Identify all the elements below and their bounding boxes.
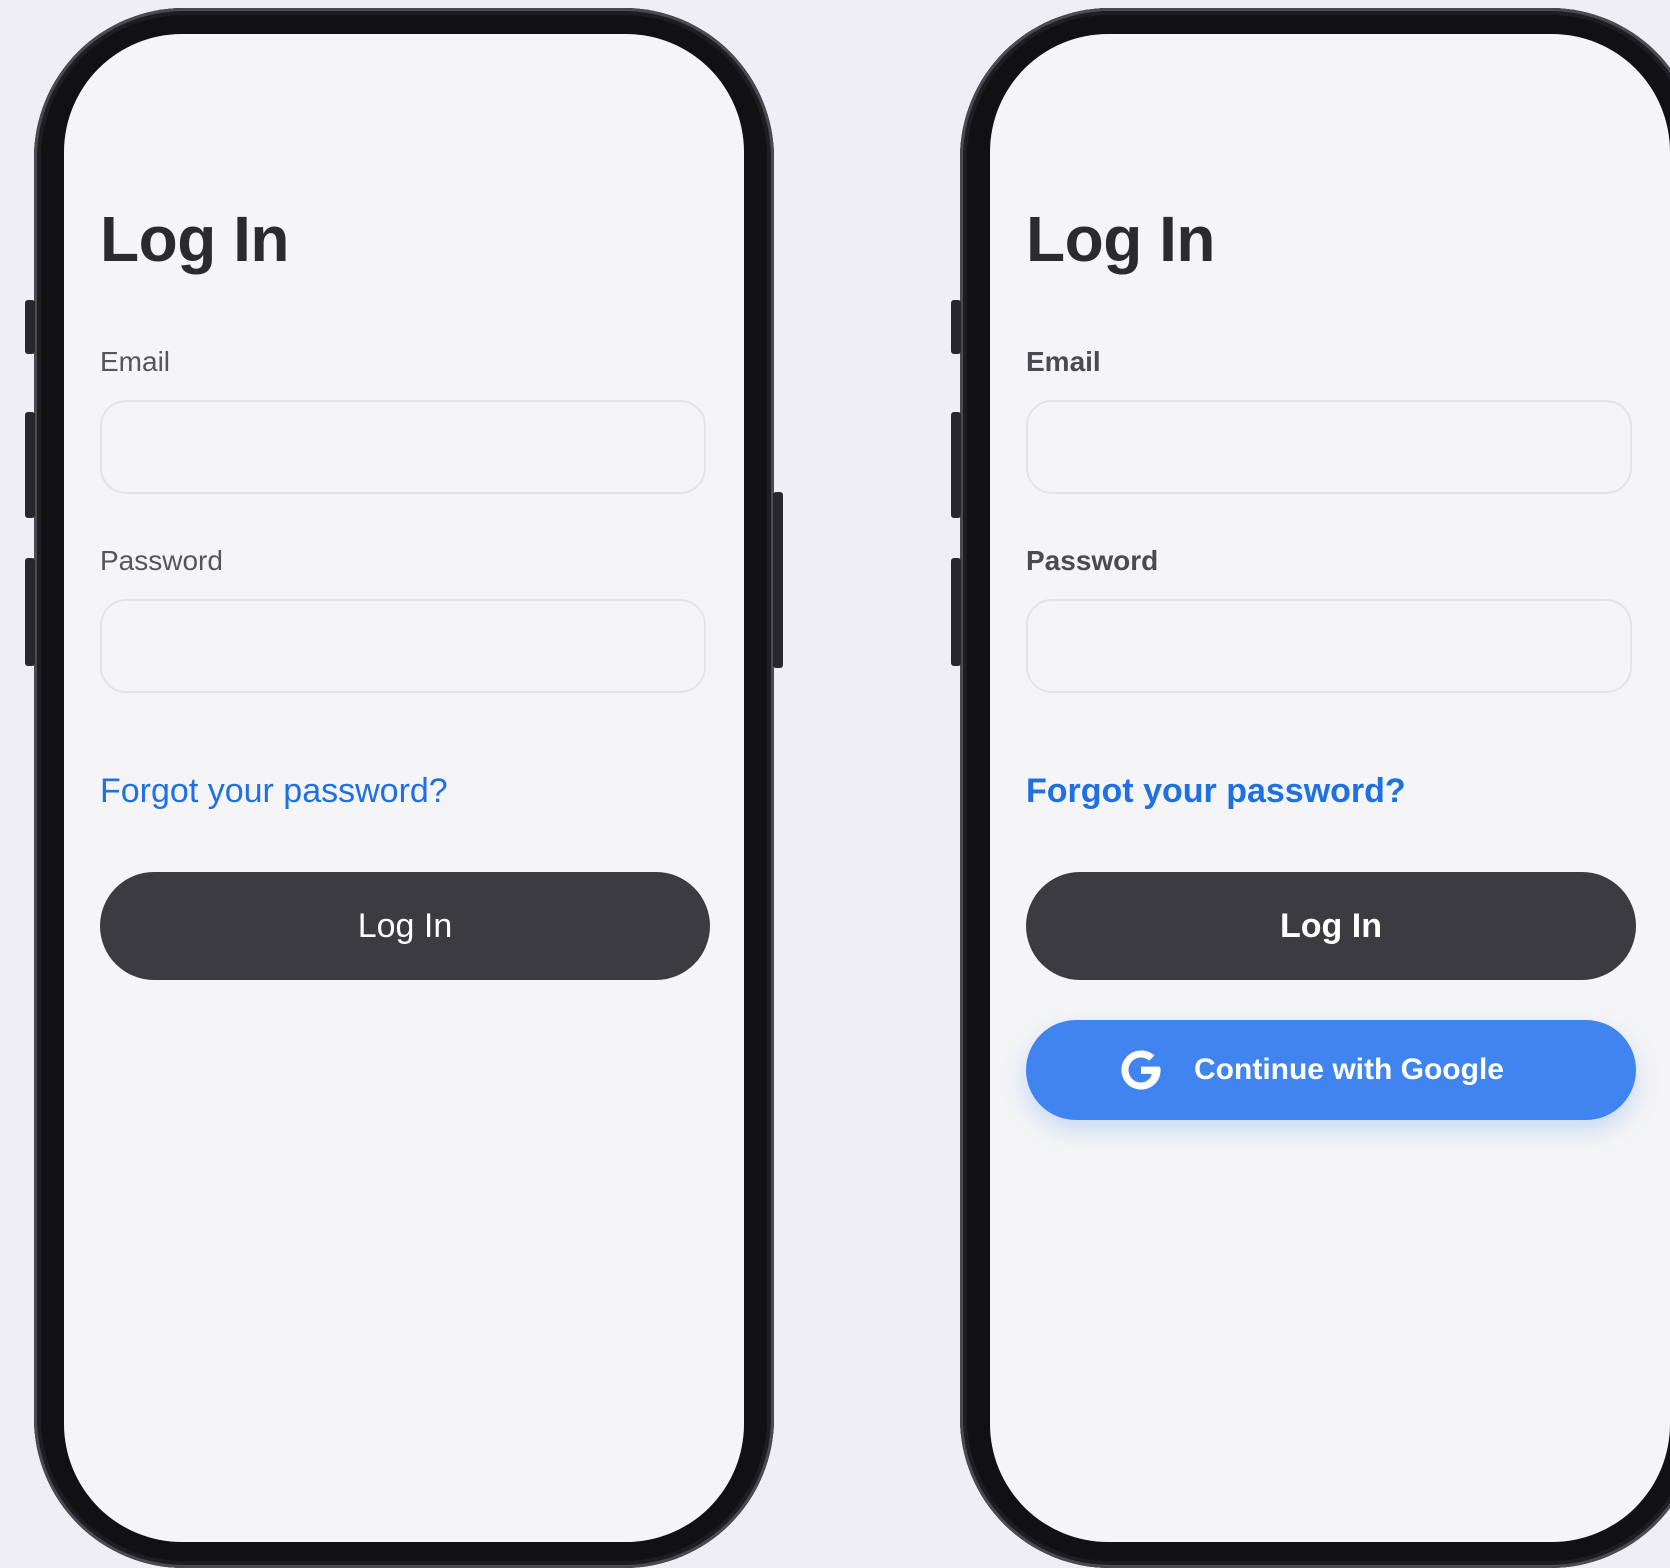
mute-switch: [25, 300, 35, 354]
password-label: Password: [100, 545, 223, 576]
page-title: Log In: [100, 203, 289, 275]
login-screen-with-google: Log In Email Password Forgot your passwo…: [990, 34, 1670, 1542]
password-field[interactable]: [100, 599, 706, 693]
email-field[interactable]: [1026, 400, 1632, 494]
mute-switch: [951, 300, 961, 354]
email-label: Email: [100, 346, 171, 377]
page-title: Log In: [1026, 203, 1215, 275]
password-label: Password: [1026, 545, 1159, 576]
email-field[interactable]: [100, 400, 706, 494]
volume-down-button: [25, 558, 35, 666]
forgot-password-link[interactable]: Forgot your password?: [1026, 772, 1406, 811]
login-button[interactable]: Log In: [1026, 872, 1636, 980]
volume-down-button: [951, 558, 961, 666]
power-button: [773, 492, 783, 668]
google-g-icon: [1121, 1050, 1161, 1090]
phone-frame-left: Log In Email Password Forgot your passwo…: [25, 8, 783, 1568]
volume-up-button: [951, 412, 961, 518]
volume-up-button: [25, 412, 35, 518]
forgot-password-link[interactable]: Forgot your password?: [100, 772, 448, 811]
phone-frame-right: Log In Email Password Forgot your passwo…: [951, 8, 1670, 1568]
login-screen-basic: Log In Email Password Forgot your passwo…: [64, 34, 744, 1542]
google-button-label: Continue with Google: [1194, 1053, 1504, 1086]
password-field[interactable]: [1026, 599, 1632, 693]
email-label: Email: [1026, 346, 1101, 377]
continue-with-google-button[interactable]: Continue with Google: [1026, 1020, 1636, 1120]
login-button[interactable]: Log In: [100, 872, 710, 980]
